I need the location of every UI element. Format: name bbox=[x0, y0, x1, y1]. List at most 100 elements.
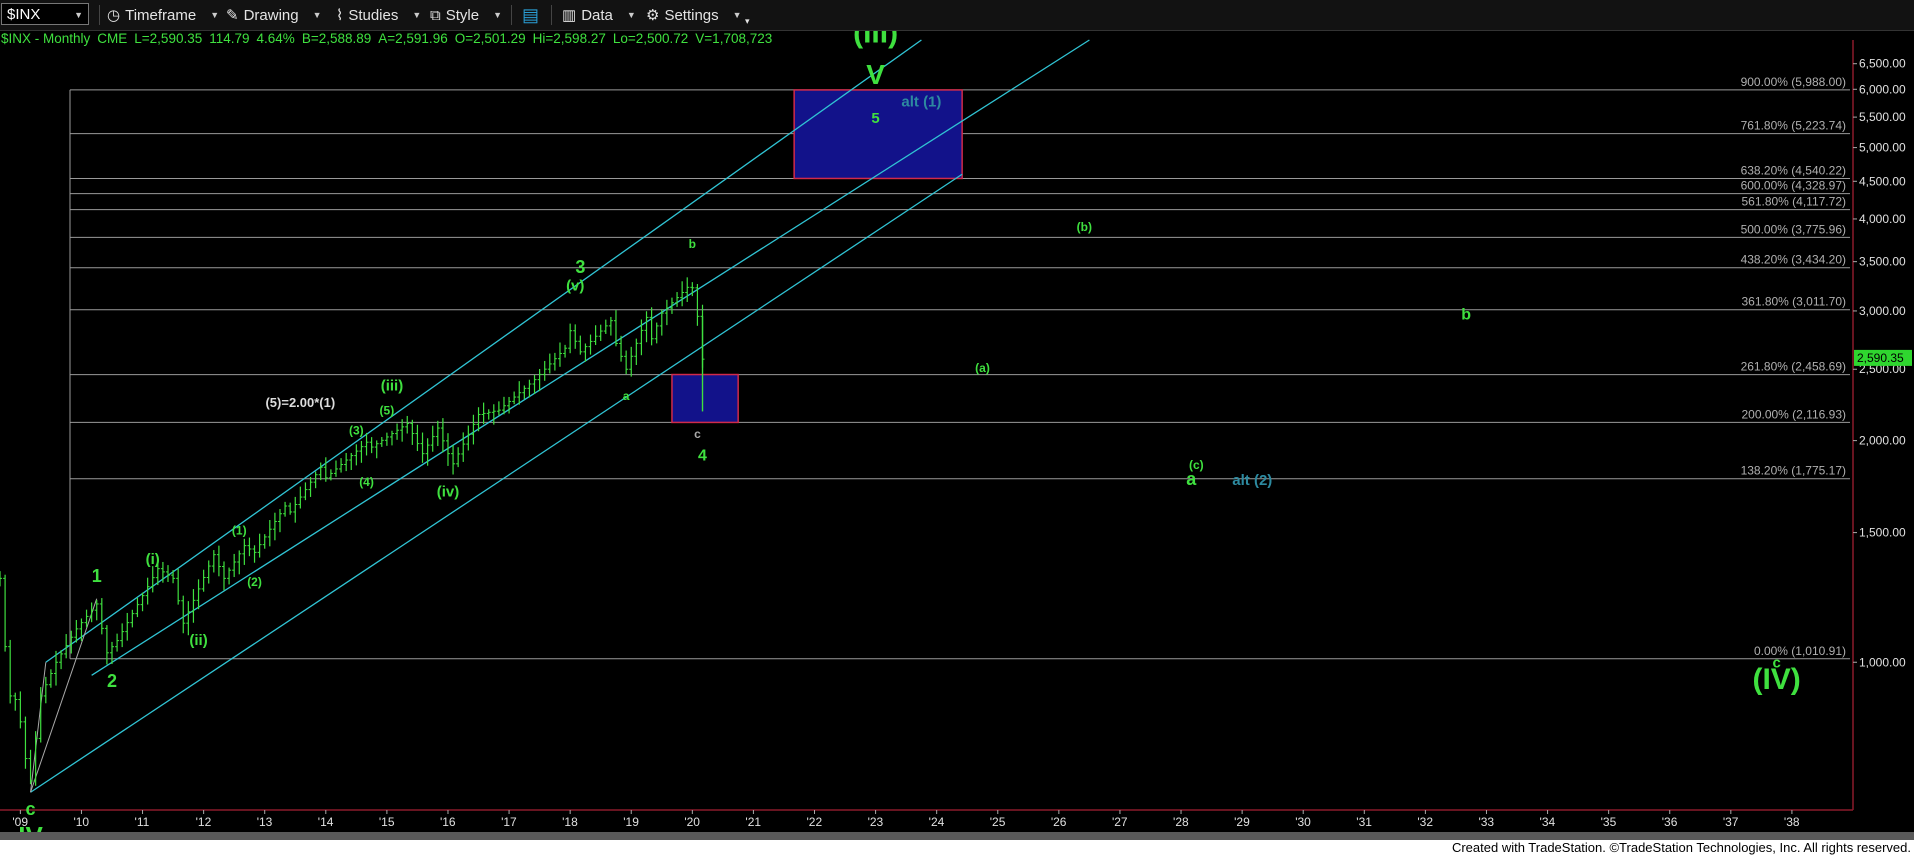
fib-level-label: 200.00% (2,116.93) bbox=[1741, 407, 1846, 421]
x-tick-label: '12 bbox=[196, 815, 212, 829]
footer: Created with TradeStation. ©TradeStation… bbox=[0, 832, 1914, 857]
wave-label: alt (2) bbox=[1232, 472, 1272, 489]
price-chart[interactable]: 1,000.001,500.002,000.002,500.003,000.00… bbox=[0, 0, 1914, 857]
x-tick-label: '31 bbox=[1356, 815, 1372, 829]
wave-label: b bbox=[689, 237, 696, 251]
x-tick-label: '37 bbox=[1723, 815, 1739, 829]
studies-chart-icon: ⌇ bbox=[336, 7, 344, 24]
pct-change: 4.64% bbox=[256, 31, 295, 46]
symbol-input[interactable]: $INX ▼ bbox=[1, 3, 89, 25]
last-price: L=2,590.35 bbox=[134, 31, 203, 46]
fib-level-label: 900.00% (5,988.00) bbox=[1741, 75, 1846, 89]
x-tick-label: '29 bbox=[1234, 815, 1250, 829]
high-price: Hi=2,598.27 bbox=[532, 31, 606, 46]
x-tick-label: '34 bbox=[1540, 815, 1556, 829]
quote-header: $INX - Monthly CME L=2,590.35 114.79 4.64% B=… bbox=[1, 31, 779, 46]
fib-level-label: 638.20% (4,540.22) bbox=[1741, 163, 1846, 177]
horizontal-scrollbar[interactable] bbox=[0, 832, 1914, 840]
wave-label: a bbox=[623, 389, 630, 403]
wave-label: V bbox=[866, 59, 885, 90]
toolbar-divider bbox=[99, 5, 100, 25]
y-tick-label: 3,000.00 bbox=[1859, 304, 1906, 318]
x-tick-label: '10 bbox=[73, 815, 89, 829]
wave-label: (ii) bbox=[189, 632, 207, 649]
y-tick-label: 5,500.00 bbox=[1859, 110, 1906, 124]
y-tick-label: 2,000.00 bbox=[1859, 434, 1906, 448]
y-tick-label: 6,500.00 bbox=[1859, 57, 1906, 71]
layout-icon[interactable]: ▤ bbox=[522, 0, 539, 30]
x-tick-label: '23 bbox=[868, 815, 884, 829]
wave-label: 1 bbox=[92, 566, 102, 586]
volume: V=1,708,723 bbox=[695, 31, 773, 46]
drawing-menu[interactable]: ✎ Drawing ▼ bbox=[226, 0, 322, 30]
settings-label: Settings bbox=[664, 6, 719, 24]
x-tick-label: '22 bbox=[807, 815, 823, 829]
settings-menu[interactable]: ⚙ Settings ▼ bbox=[646, 0, 742, 30]
wave-label: (iv) bbox=[437, 483, 460, 500]
symbol-value: $INX bbox=[7, 6, 41, 23]
style-label: Style bbox=[445, 6, 480, 24]
x-tick-label: '35 bbox=[1601, 815, 1617, 829]
drawing-caret-icon: ▼ bbox=[312, 10, 322, 20]
y-tick-label: 5,000.00 bbox=[1859, 141, 1906, 155]
wave-label: a bbox=[1186, 469, 1197, 489]
x-tick-label: '26 bbox=[1051, 815, 1067, 829]
fib-level-label: 500.00% (3,775.96) bbox=[1741, 222, 1846, 236]
toolbar-divider bbox=[511, 5, 512, 25]
data-menu[interactable]: ▥ Data ▼ bbox=[562, 0, 636, 30]
y-tick-label: 6,000.00 bbox=[1859, 82, 1906, 96]
x-tick-label: '28 bbox=[1173, 815, 1189, 829]
fib-level-label: 0.00% (1,010.91) bbox=[1754, 644, 1846, 658]
studies-menu[interactable]: ⌇ Studies ▼ bbox=[336, 0, 421, 30]
x-tick-label: '32 bbox=[1417, 815, 1433, 829]
wave-label: (i) bbox=[146, 551, 160, 568]
trend-channel-line bbox=[91, 39, 1090, 676]
wave-label: 5 bbox=[871, 110, 879, 127]
x-tick-label: '21 bbox=[745, 815, 761, 829]
studies-label: Studies bbox=[348, 6, 399, 24]
timeframe-caret-icon: ▼ bbox=[210, 10, 220, 20]
timeframe-menu[interactable]: ◷ Timeframe ▼ bbox=[107, 0, 219, 30]
x-tick-label: '13 bbox=[257, 815, 273, 829]
toolbar-divider bbox=[551, 5, 552, 25]
trend-channel-line bbox=[30, 173, 963, 793]
copyright-text: Created with TradeStation. ©TradeStation… bbox=[1451, 840, 1911, 855]
wave-label: (2) bbox=[247, 575, 262, 589]
x-tick-label: '18 bbox=[562, 815, 578, 829]
low-price: Lo=2,500.72 bbox=[612, 31, 689, 46]
wave-label: alt (1) bbox=[901, 93, 941, 110]
symbol-dropdown-icon[interactable]: ▼ bbox=[74, 4, 83, 26]
studies-caret-icon: ▼ bbox=[412, 10, 422, 20]
style-caret-icon: ▼ bbox=[493, 10, 502, 20]
x-tick-label: '15 bbox=[379, 815, 395, 829]
fib-level-label: 261.80% (2,458.69) bbox=[1741, 360, 1846, 374]
bid-price: B=2,588.89 bbox=[301, 31, 372, 46]
x-tick-label: '30 bbox=[1295, 815, 1311, 829]
data-bars-icon: ▥ bbox=[562, 7, 577, 24]
style-menu[interactable]: ⧉ Style ▼ bbox=[430, 0, 502, 30]
wave-label: (a) bbox=[975, 361, 990, 375]
x-tick-label: '19 bbox=[623, 815, 639, 829]
wave-count-line bbox=[30, 662, 47, 793]
last-price-marker-label: 2,590.35 bbox=[1857, 351, 1904, 365]
x-tick-label: '24 bbox=[929, 815, 945, 829]
support-box-4 bbox=[671, 373, 739, 424]
y-tick-label: 4,000.00 bbox=[1859, 212, 1906, 226]
data-caret-icon: ▼ bbox=[626, 10, 636, 20]
wave-label: (5) bbox=[380, 404, 395, 418]
wave-label: (3) bbox=[349, 423, 364, 437]
ask-price: A=2,591.96 bbox=[378, 31, 448, 46]
open-price: O=2,501.29 bbox=[454, 31, 526, 46]
x-tick-label: '16 bbox=[440, 815, 456, 829]
wave-label: b bbox=[1461, 307, 1471, 324]
wave-label: 2 bbox=[107, 671, 117, 691]
fib-level-label: 561.80% (4,117.72) bbox=[1741, 195, 1846, 209]
net-change: 114.79 bbox=[209, 31, 250, 46]
x-tick-label: '27 bbox=[1112, 815, 1128, 829]
wave-label: (v) bbox=[566, 277, 584, 294]
x-tick-label: '38 bbox=[1784, 815, 1800, 829]
wave-label: (5)=2.00*(1) bbox=[265, 395, 335, 410]
y-tick-label: 3,500.00 bbox=[1859, 255, 1906, 269]
fib-level-label: 361.80% (3,011.70) bbox=[1741, 295, 1846, 309]
x-tick-label: '25 bbox=[990, 815, 1006, 829]
